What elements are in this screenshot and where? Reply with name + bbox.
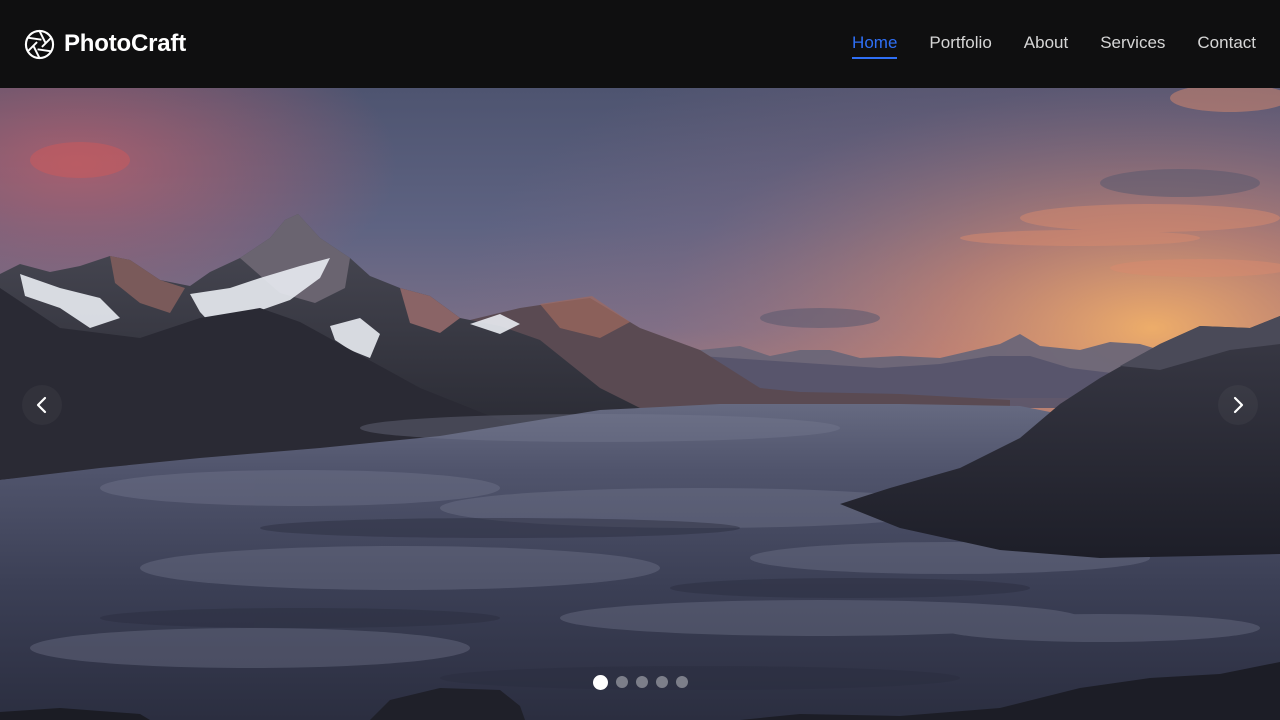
top-navbar: PhotoCraft Home Portfolio About Services… [0, 0, 1280, 88]
carousel-next-button[interactable] [1218, 385, 1258, 425]
chevron-left-icon [36, 396, 47, 414]
carousel-dot-4[interactable] [655, 676, 668, 688]
nav-link-about[interactable]: About [1024, 29, 1068, 59]
brand-logo-link[interactable]: PhotoCraft [24, 29, 186, 60]
nav-link-portfolio[interactable]: Portfolio [929, 29, 991, 59]
aperture-icon [24, 29, 55, 59]
carousel-dot-1[interactable] [592, 674, 608, 690]
nav-link-contact[interactable]: Contact [1197, 29, 1256, 59]
brand-name: PhotoCraft [64, 30, 186, 57]
chevron-right-icon [1233, 396, 1244, 414]
nav-link-home[interactable]: Home [852, 29, 898, 59]
carousel-dot-5[interactable] [675, 676, 688, 688]
carousel-indicators [0, 674, 1280, 690]
hero-carousel [0, 88, 1280, 720]
carousel-prev-button[interactable] [22, 385, 62, 425]
main-nav: Home Portfolio About Services Contact [852, 29, 1256, 59]
nav-link-services[interactable]: Services [1100, 29, 1165, 59]
carousel-dot-3[interactable] [635, 676, 648, 688]
carousel-dot-2[interactable] [615, 676, 628, 688]
hero-slide-image [0, 88, 1280, 720]
